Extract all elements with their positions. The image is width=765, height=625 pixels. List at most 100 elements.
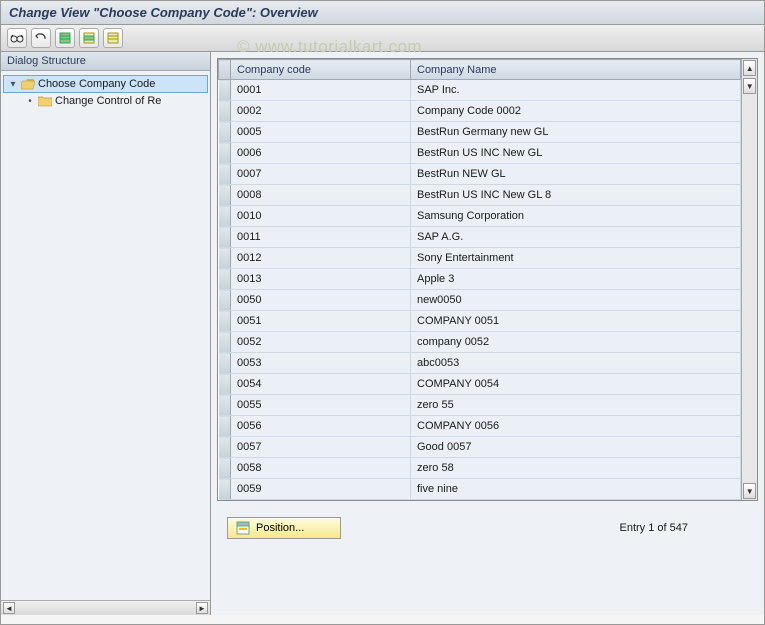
row-handle[interactable]	[219, 332, 231, 353]
row-handle[interactable]	[219, 185, 231, 206]
cell-company-code[interactable]: 0053	[231, 353, 411, 374]
row-handle[interactable]	[219, 206, 231, 227]
row-handle[interactable]	[219, 248, 231, 269]
cell-company-code[interactable]: 0050	[231, 290, 411, 311]
table-row[interactable]: 0010Samsung Corporation	[219, 206, 741, 227]
cell-company-name[interactable]: COMPANY 0056	[411, 416, 741, 437]
row-handle[interactable]	[219, 458, 231, 479]
cell-company-code[interactable]: 0057	[231, 437, 411, 458]
cell-company-name[interactable]: COMPANY 0054	[411, 374, 741, 395]
table-row[interactable]: 0050new0050	[219, 290, 741, 311]
cell-company-name[interactable]: zero 58	[411, 458, 741, 479]
cell-company-name[interactable]: abc0053	[411, 353, 741, 374]
cell-company-code[interactable]: 0007	[231, 164, 411, 185]
table-row[interactable]: 0005BestRun Germany new GL	[219, 122, 741, 143]
cell-company-name[interactable]: five nine	[411, 479, 741, 500]
row-handle[interactable]	[219, 437, 231, 458]
table-row[interactable]: 0013Apple 3	[219, 269, 741, 290]
cell-company-code[interactable]: 0011	[231, 227, 411, 248]
tree-node-change-control[interactable]: • Change Control of Re	[3, 93, 208, 109]
cell-company-name[interactable]: Company Code 0002	[411, 101, 741, 122]
row-handle[interactable]	[219, 101, 231, 122]
cell-company-code[interactable]: 0012	[231, 248, 411, 269]
row-handle[interactable]	[219, 374, 231, 395]
row-handle[interactable]	[219, 416, 231, 437]
row-handle[interactable]	[219, 122, 231, 143]
cell-company-code[interactable]: 0051	[231, 311, 411, 332]
table-row[interactable]: 0058zero 58	[219, 458, 741, 479]
cell-company-name[interactable]: SAP Inc.	[411, 80, 741, 101]
table-row[interactable]: 0006BestRun US INC New GL	[219, 143, 741, 164]
cell-company-code[interactable]: 0052	[231, 332, 411, 353]
table-row[interactable]: 0051COMPANY 0051	[219, 311, 741, 332]
undo-button[interactable]	[31, 28, 51, 48]
scroll-down-icon[interactable]: ▼	[743, 78, 756, 94]
row-handle[interactable]	[219, 311, 231, 332]
table-vscrollbar[interactable]: ▲ ▼ ▼	[741, 59, 757, 500]
cell-company-code[interactable]: 0059	[231, 479, 411, 500]
row-handle[interactable]	[219, 164, 231, 185]
cell-company-name[interactable]: company 0052	[411, 332, 741, 353]
row-handle[interactable]	[219, 269, 231, 290]
sidebar-hscrollbar[interactable]: ◄ ►	[1, 600, 210, 615]
table-row[interactable]: 0052company 0052	[219, 332, 741, 353]
cell-company-name[interactable]: Good 0057	[411, 437, 741, 458]
scroll-right-icon[interactable]: ►	[196, 602, 208, 614]
select-block-button[interactable]	[79, 28, 99, 48]
row-handle[interactable]	[219, 143, 231, 164]
cell-company-code[interactable]: 0010	[231, 206, 411, 227]
row-handle[interactable]	[219, 479, 231, 500]
cell-company-code[interactable]: 0058	[231, 458, 411, 479]
scroll-down-bottom-icon[interactable]: ▼	[743, 483, 756, 499]
cell-company-code[interactable]: 0005	[231, 122, 411, 143]
table-row[interactable]: 0055zero 55	[219, 395, 741, 416]
select-all-button[interactable]	[55, 28, 75, 48]
column-header-company-name[interactable]: Company Name	[411, 60, 741, 80]
cell-company-name[interactable]: SAP A.G.	[411, 227, 741, 248]
cell-company-name[interactable]: BestRun US INC New GL 8	[411, 185, 741, 206]
table-row[interactable]: 0054COMPANY 0054	[219, 374, 741, 395]
table-row[interactable]: 0012Sony Entertainment	[219, 248, 741, 269]
table-row[interactable]: 0007BestRun NEW GL	[219, 164, 741, 185]
row-handle[interactable]	[219, 227, 231, 248]
table-corner[interactable]	[219, 60, 231, 80]
cell-company-name[interactable]: BestRun US INC New GL	[411, 143, 741, 164]
table-row[interactable]: 0011SAP A.G.	[219, 227, 741, 248]
display-change-button[interactable]	[7, 28, 27, 48]
scroll-left-icon[interactable]: ◄	[3, 602, 15, 614]
row-handle[interactable]	[219, 353, 231, 374]
table-row[interactable]: 0001SAP Inc.	[219, 80, 741, 101]
table-row[interactable]: 0053abc0053	[219, 353, 741, 374]
cell-company-name[interactable]: COMPANY 0051	[411, 311, 741, 332]
cell-company-code[interactable]: 0008	[231, 185, 411, 206]
cell-company-code[interactable]: 0055	[231, 395, 411, 416]
table-row[interactable]: 0008BestRun US INC New GL 8	[219, 185, 741, 206]
cell-company-name[interactable]: Samsung Corporation	[411, 206, 741, 227]
cell-company-code[interactable]: 0006	[231, 143, 411, 164]
cell-company-name[interactable]: BestRun NEW GL	[411, 164, 741, 185]
scroll-up-icon[interactable]: ▲	[743, 60, 756, 76]
cell-company-name[interactable]: BestRun Germany new GL	[411, 122, 741, 143]
cell-company-name[interactable]: Apple 3	[411, 269, 741, 290]
row-handle[interactable]	[219, 80, 231, 101]
table-row[interactable]: 0057Good 0057	[219, 437, 741, 458]
cell-company-name[interactable]: zero 55	[411, 395, 741, 416]
position-button[interactable]: Position...	[227, 517, 341, 539]
table-row[interactable]: 0056COMPANY 0056	[219, 416, 741, 437]
cell-company-code[interactable]: 0013	[231, 269, 411, 290]
deselect-all-button[interactable]	[103, 28, 123, 48]
row-handle[interactable]	[219, 395, 231, 416]
table-row[interactable]: 0059five nine	[219, 479, 741, 500]
cell-company-code[interactable]: 0054	[231, 374, 411, 395]
cell-company-name[interactable]: new0050	[411, 290, 741, 311]
cell-company-code[interactable]: 0056	[231, 416, 411, 437]
tree-node-choose-company-code[interactable]: ▾ Choose Company Code	[3, 75, 208, 93]
cell-company-code[interactable]: 0001	[231, 80, 411, 101]
cell-company-name[interactable]: Sony Entertainment	[411, 248, 741, 269]
row-handle[interactable]	[219, 290, 231, 311]
scroll-track[interactable]	[742, 95, 757, 482]
table-row[interactable]: 0002Company Code 0002	[219, 101, 741, 122]
cell-company-code[interactable]: 0002	[231, 101, 411, 122]
tree-toggle-icon[interactable]: ▾	[8, 79, 18, 90]
column-header-company-code[interactable]: Company code	[231, 60, 411, 80]
